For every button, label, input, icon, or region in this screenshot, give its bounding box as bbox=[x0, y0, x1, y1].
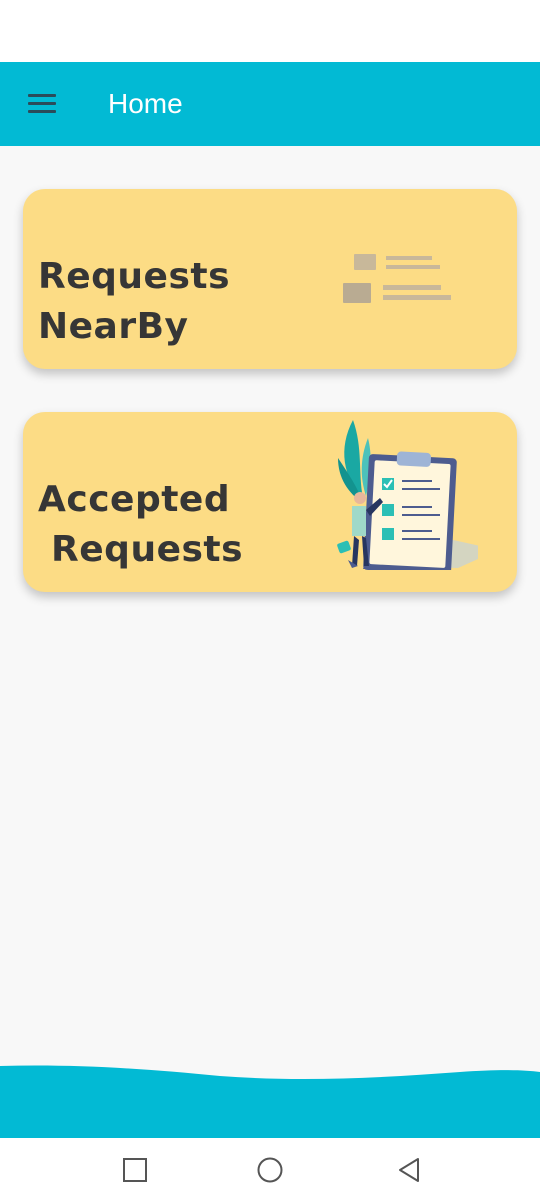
card-title-line: Requests bbox=[38, 256, 231, 297]
checklist-clipboard-illustration bbox=[337, 420, 478, 570]
footer-wave bbox=[0, 1065, 540, 1140]
accepted-requests-card[interactable]: Accepted Requests bbox=[23, 412, 517, 592]
requests-nearby-card[interactable]: Requests NearBy bbox=[23, 189, 517, 369]
hamburger-menu-icon[interactable] bbox=[22, 86, 62, 122]
system-navigation-bar bbox=[0, 1138, 540, 1200]
card-title-line: Accepted bbox=[38, 479, 231, 520]
recent-apps-square-icon[interactable] bbox=[121, 1156, 149, 1184]
app-bar: Home bbox=[0, 62, 540, 146]
list-illustration-icon bbox=[343, 254, 451, 303]
back-triangle-icon[interactable] bbox=[396, 1156, 424, 1184]
card-title: Requests NearBy bbox=[38, 252, 230, 352]
page-title: Home bbox=[108, 88, 183, 119]
home-circle-icon[interactable] bbox=[256, 1156, 284, 1184]
card-title-line: Requests bbox=[38, 529, 244, 570]
card-title-line: NearBy bbox=[38, 306, 189, 347]
card-title: Accepted Requests bbox=[38, 475, 243, 575]
status-bar bbox=[0, 0, 540, 62]
